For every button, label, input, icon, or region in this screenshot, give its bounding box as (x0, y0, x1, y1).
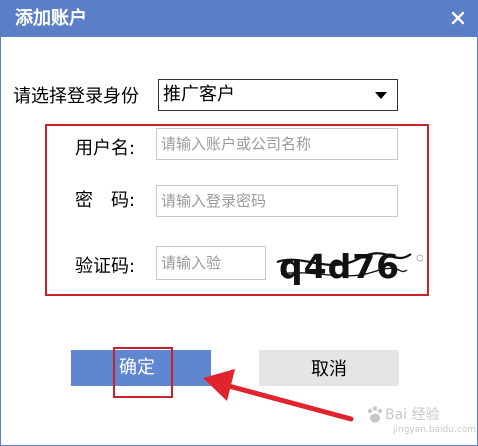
password-label: 密 码: (75, 190, 136, 211)
close-icon (451, 11, 465, 25)
username-label: 用户名: (75, 138, 136, 159)
captcha-image[interactable]: q4d76 (273, 245, 423, 285)
cancel-button[interactable]: 取消 (259, 350, 399, 386)
ok-button-label: 确定 (119, 357, 155, 378)
ok-button[interactable]: 确定 (71, 350, 211, 386)
close-button[interactable] (445, 5, 471, 31)
captcha-label: 验证码: (75, 256, 136, 277)
add-account-dialog: 添加账户 请选择登录身份 推广客户 用户名: 密 码: 验证码: q4d76 确… (0, 0, 478, 446)
dialog-title: 添加账户 (15, 8, 87, 29)
watermark-sub: jingyan.baidu.com (393, 425, 477, 435)
username-input[interactable] (156, 128, 398, 160)
dialog-titlebar: 添加账户 (1, 1, 477, 37)
captcha-input[interactable] (156, 246, 266, 280)
watermark-text: Bai 经验 (385, 407, 440, 423)
paw-icon (367, 406, 383, 423)
role-select-value: 推广客户 (163, 84, 235, 105)
password-input[interactable] (156, 185, 398, 217)
role-label: 请选择登录身份 (13, 86, 139, 107)
role-select[interactable]: 推广客户 (158, 79, 398, 111)
caret-down-icon (375, 92, 387, 99)
watermark: Bai 经验 jingyan.baidu.com (365, 403, 477, 439)
